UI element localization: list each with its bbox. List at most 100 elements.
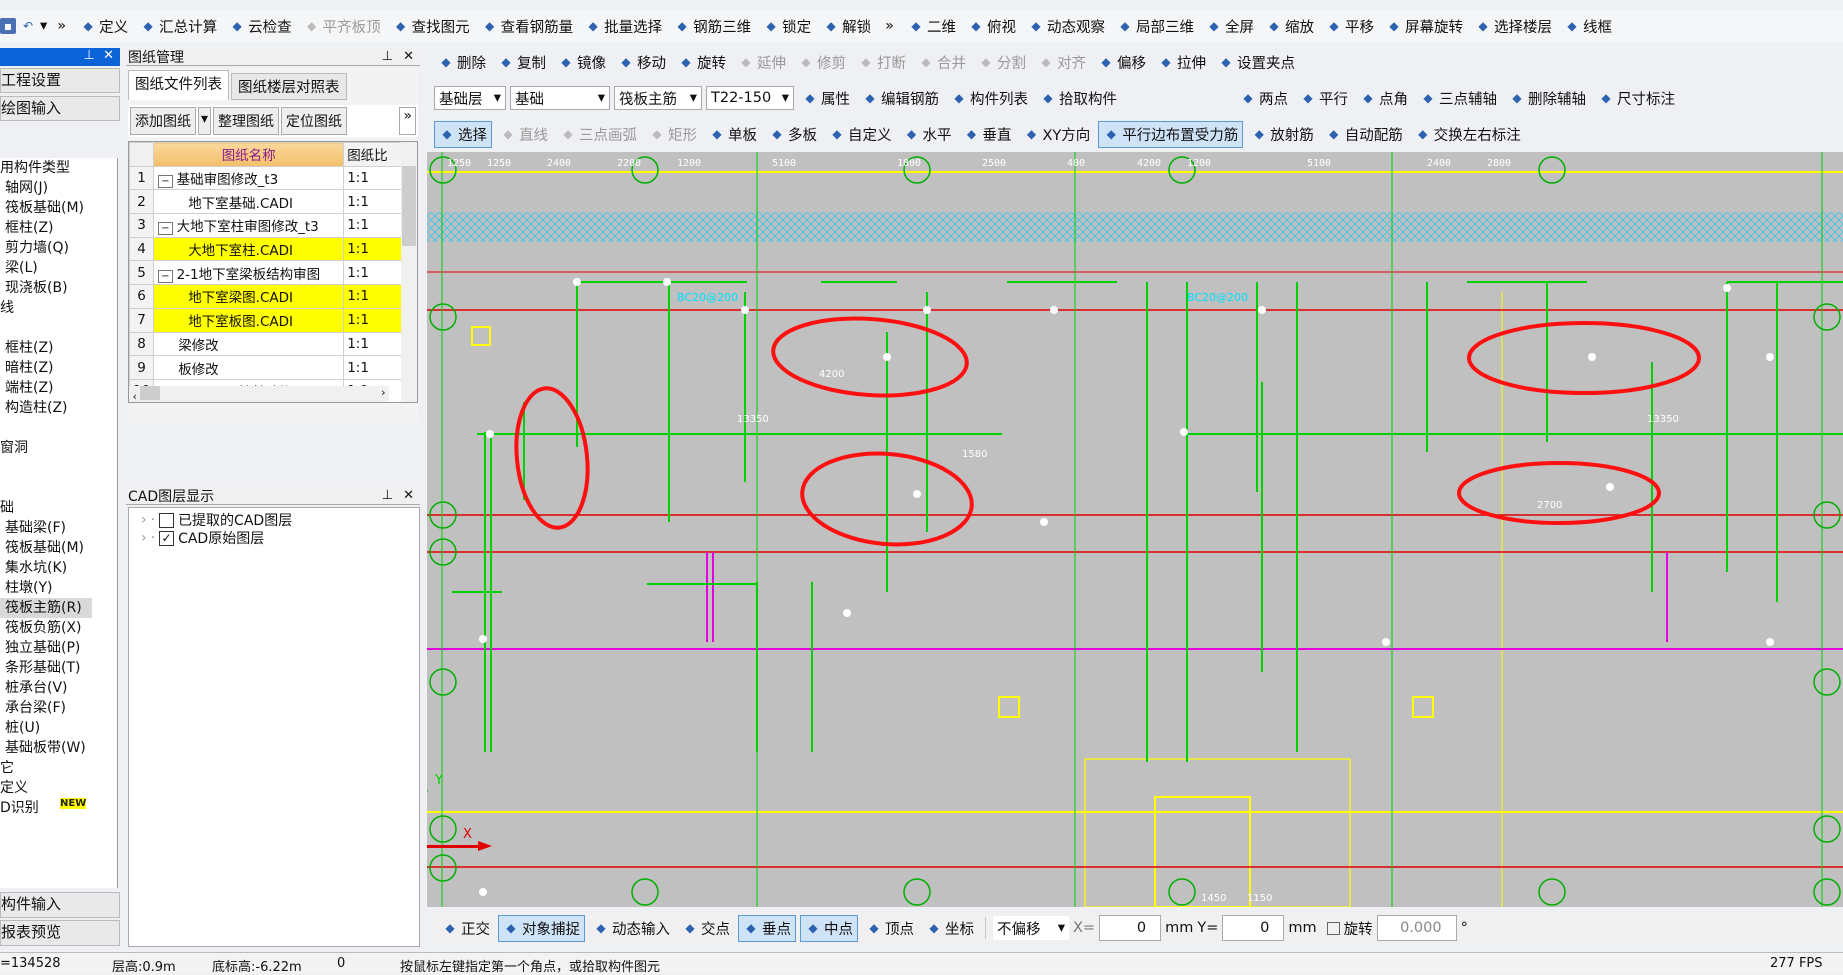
tree-item[interactable]: 端柱(Z): [0, 378, 117, 398]
lock-button[interactable]: ◆ 锁定: [759, 14, 815, 39]
pin-icon[interactable]: ⊥: [382, 49, 393, 64]
horizontal-button[interactable]: ◆ 水平: [900, 122, 956, 147]
tree-item[interactable]: 承台梁(F): [0, 698, 117, 718]
unlock-button[interactable]: ◆ 解锁: [819, 14, 875, 39]
table-row[interactable]: 4 大地下室柱.CADI 1:1: [129, 236, 404, 262]
vertical-scrollbar[interactable]: [401, 142, 417, 402]
split-button[interactable]: ◆ 分割: [974, 50, 1030, 75]
close-icon[interactable]: ✕: [403, 49, 414, 64]
tab-drawing-list[interactable]: 图纸文件列表: [128, 70, 229, 100]
collapse-icon[interactable]: −: [158, 269, 173, 283]
stretch-button[interactable]: ◆ 拉伸: [1154, 50, 1210, 75]
break-button[interactable]: ◆ 打断: [854, 50, 910, 75]
tree-item[interactable]: 独立基础(P): [0, 638, 117, 658]
batch-select-button[interactable]: ◆ 批量选择: [581, 14, 666, 39]
tree-item[interactable]: 筏板负筋(X): [0, 618, 117, 638]
arc-button[interactable]: ◆ 三点画弧: [556, 122, 641, 147]
save-icon[interactable]: ▪: [0, 18, 16, 34]
tree-item[interactable]: 剪力墙(Q): [0, 238, 117, 258]
component-list-button[interactable]: ◆ 构件列表: [947, 86, 1032, 111]
rotate-button[interactable]: ◆ 旋转: [674, 50, 730, 75]
rect-button[interactable]: ◆ 矩形: [645, 122, 701, 147]
tree-item[interactable]: 线: [0, 298, 117, 318]
line-button[interactable]: ◆ 直线: [496, 122, 552, 147]
tab-drawing-input[interactable]: 绘图输入: [0, 96, 120, 121]
overflow-chevron-icon[interactable]: »: [399, 107, 416, 135]
checkbox-checked[interactable]: ✓: [159, 530, 175, 546]
tab-floor-mapping[interactable]: 图纸楼层对照表: [231, 73, 347, 100]
tree-item[interactable]: 它: [0, 758, 117, 778]
tree-item[interactable]: 框柱(Z): [0, 338, 117, 358]
overflow-chevron-icon[interactable]: »: [57, 18, 66, 34]
tree-item[interactable]: [0, 458, 117, 478]
close-icon[interactable]: ✕: [403, 488, 414, 503]
tree-item[interactable]: 梁(L): [0, 258, 117, 278]
delete-axis-button[interactable]: ◆ 删除辅轴: [1505, 86, 1590, 111]
tree-item[interactable]: 暗柱(Z): [0, 358, 117, 378]
binoculars-button[interactable]: ◆ 查找图元: [389, 14, 474, 39]
tree-item[interactable]: 集水坑(K): [0, 558, 117, 578]
tree-item[interactable]: 构造柱(Z): [0, 398, 117, 418]
cloud-check-button[interactable]: ◆ 云检查: [225, 14, 296, 39]
offset-select[interactable]: 不偏移 ▾: [993, 916, 1069, 940]
y-input[interactable]: 0: [1222, 915, 1285, 941]
single-slab-button[interactable]: ◆ 单板: [705, 122, 761, 147]
checkbox[interactable]: [159, 512, 175, 528]
move-button[interactable]: ◆ 移动: [614, 50, 670, 75]
type-select[interactable]: 筏板主筋 ▾: [614, 86, 702, 110]
tab-project-settings[interactable]: 工程设置: [0, 68, 120, 93]
tree-item[interactable]: 用构件类型: [0, 158, 117, 178]
table-row[interactable]: 9 板修改 1:1: [129, 355, 404, 380]
tab-report-preview[interactable]: 报表预览: [0, 920, 120, 946]
add-drawing-button[interactable]: 添加图纸: [130, 107, 196, 135]
tree-item[interactable]: D识别: [0, 798, 117, 818]
extend-button[interactable]: ◆ 延伸: [734, 50, 790, 75]
column-header-scale[interactable]: 图纸比: [343, 142, 404, 167]
tab-component-input[interactable]: 构件输入: [0, 892, 120, 918]
parallel-button[interactable]: ◆ 平行: [1296, 86, 1352, 111]
align-top-button[interactable]: ◆ 平齐板顶: [300, 14, 385, 39]
cad-canvas[interactable]: Y X 1250 1250 2400 2200 1200 5100 1800 2500 400 4…: [427, 152, 1843, 907]
midpoint-button[interactable]: ◆ 中点: [800, 914, 858, 942]
pick-button[interactable]: ◆ 拾取构件: [1036, 86, 1121, 111]
custom-button[interactable]: ◆ 自定义: [825, 122, 896, 147]
auto-rebar-button[interactable]: ◆ 自动配筋: [1322, 122, 1407, 147]
table-row[interactable]: 7 地下室板图.CADI 1:1: [129, 307, 404, 333]
2d-button[interactable]: ◆ 二维: [904, 14, 960, 39]
zoom-button[interactable]: ◆ 缩放: [1262, 14, 1318, 39]
tree-item[interactable]: 础: [0, 498, 117, 518]
tree-item[interactable]: 柱墩(Y): [0, 578, 117, 598]
x-input[interactable]: 0: [1099, 915, 1162, 941]
tree-item[interactable]: 桩承台(V): [0, 678, 117, 698]
edit-rebar-button[interactable]: ◆ 编辑钢筋: [858, 86, 943, 111]
table-row[interactable]: 6 地下室梁图.CADI 1:1: [129, 284, 404, 309]
pan-button[interactable]: ◆ 平移: [1322, 14, 1378, 39]
tree-item[interactable]: 筏板基础(M): [0, 198, 117, 218]
top-view-button[interactable]: ◆ 俯视: [964, 14, 1020, 39]
tree-item[interactable]: 条形基础(T): [0, 658, 117, 678]
tree-item[interactable]: [0, 318, 117, 338]
tree-item[interactable]: 筏板基础(M): [0, 538, 117, 558]
osnap-button[interactable]: ◆ 对象捕捉: [498, 914, 585, 942]
select-floor-button[interactable]: ◆ 选择楼层: [1471, 14, 1556, 39]
radial-button[interactable]: ◆ 放射筋: [1247, 122, 1318, 147]
two-point-button[interactable]: ◆ 两点: [1236, 86, 1292, 111]
tree-item[interactable]: [0, 418, 117, 438]
table-row[interactable]: 2 地下室基础.CADI 1:1: [129, 189, 404, 215]
cursor-button[interactable]: ◆ 选择: [434, 120, 492, 148]
mirror-button[interactable]: ◆ 镜像: [554, 50, 610, 75]
collapse-icon[interactable]: −: [158, 222, 173, 236]
align-button[interactable]: ◆ 对齐: [1034, 50, 1090, 75]
wireframe-button[interactable]: ◆ 线框: [1560, 14, 1616, 39]
tree-item[interactable]: 筏板主筋(R): [0, 598, 92, 618]
tree-item[interactable]: 基础板带(W): [0, 738, 117, 758]
dimension-button[interactable]: ◆ 尺寸标注: [1594, 86, 1679, 111]
point-angle-button[interactable]: ◆ 点角: [1356, 86, 1412, 111]
category-select[interactable]: 基础 ▾: [510, 86, 610, 110]
organize-drawing-button[interactable]: 整理图纸: [213, 107, 280, 135]
layer-item-extracted[interactable]: › · 已提取的CAD图层: [141, 511, 419, 529]
view-rebar-button[interactable]: ◆ 查看钢筋量: [478, 14, 578, 39]
swap-label-button[interactable]: ◆ 交换左右标注: [1411, 122, 1525, 147]
tree-item[interactable]: 轴网(J): [0, 178, 117, 198]
offset-button[interactable]: ◆ 偏移: [1094, 50, 1150, 75]
